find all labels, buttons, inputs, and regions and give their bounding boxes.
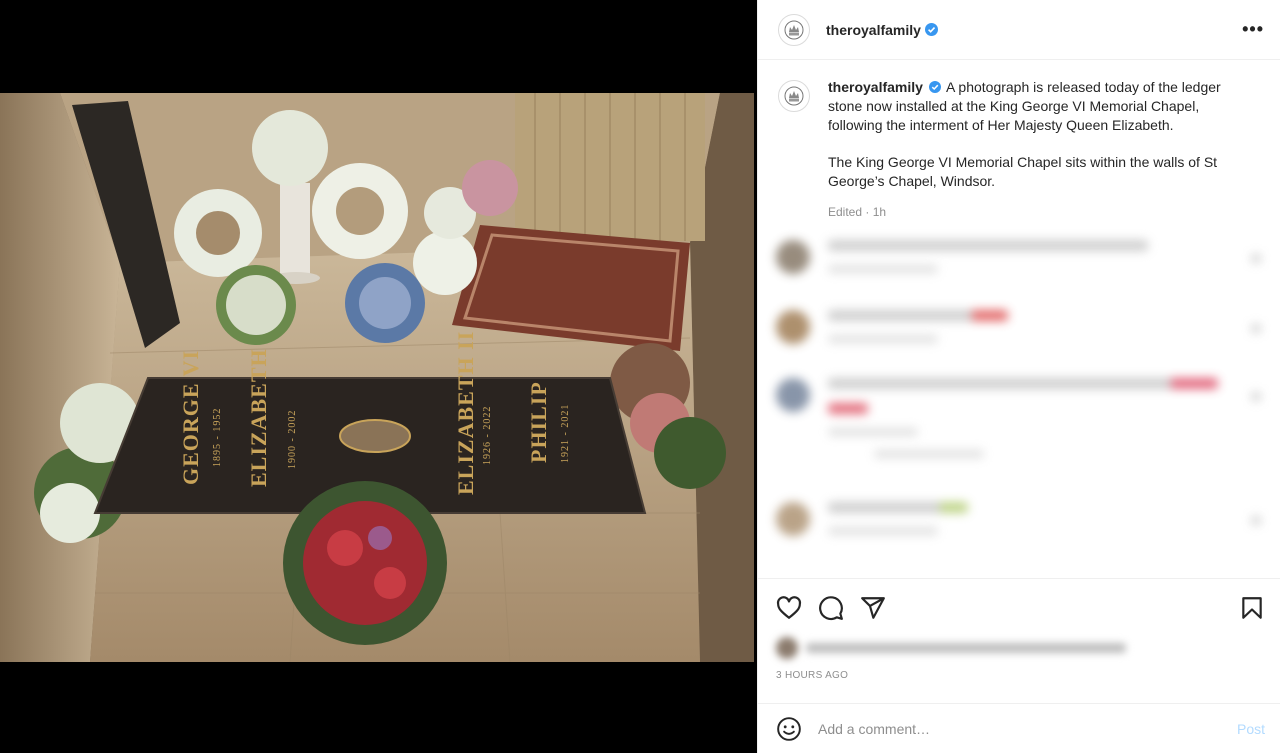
caption-avatar[interactable] xyxy=(778,80,810,112)
chapel-photo-illustration xyxy=(0,93,754,662)
emoji-button[interactable] xyxy=(776,716,802,742)
post-actions-bar xyxy=(758,578,1280,621)
post-timestamp[interactable]: 3 HOURS AGO xyxy=(776,670,848,681)
post-caption: theroyalfamily A photograph is released … xyxy=(758,60,1280,222)
caption-paragraph-2: The King George VI Memorial Chapel sits … xyxy=(828,154,1218,189)
post-header: theroyalfamily ••• xyxy=(758,0,1280,60)
post-media-area: GEORGE VI 1895 - 1952 ELIZABETH 1900 - 2… xyxy=(0,0,757,753)
royal-crest-icon xyxy=(784,86,804,106)
verified-badge-icon xyxy=(924,23,938,36)
header-username[interactable]: theroyalfamily xyxy=(826,22,921,38)
comment-item xyxy=(776,240,1148,287)
post-photo[interactable]: GEORGE VI 1895 - 1952 ELIZABETH 1900 - 2… xyxy=(0,93,754,662)
stone-name-elizabeth-ii: ELIZABETH II xyxy=(453,330,478,495)
stone-name-elizabeth: ELIZABETH xyxy=(246,348,271,487)
profile-avatar[interactable] xyxy=(778,13,810,46)
edited-label: Edited · 1h xyxy=(828,205,887,219)
stone-dates-elizabeth-ii: 1926 - 2022 xyxy=(482,405,493,465)
comments-list[interactable] xyxy=(758,228,1280,578)
stone-name-philip: PHILIP xyxy=(526,381,551,463)
comment-input[interactable] xyxy=(818,720,1237,737)
add-comment-bar: Post xyxy=(758,703,1280,753)
stone-dates-george: 1895 - 1952 xyxy=(212,407,223,467)
comment-item xyxy=(776,502,968,549)
likes-summary-blurred xyxy=(770,637,1130,659)
stone-name-george: GEORGE VI xyxy=(178,349,203,485)
comment-item xyxy=(776,310,1008,357)
comment-button[interactable] xyxy=(818,595,844,621)
caption-text: theroyalfamily A photograph is released … xyxy=(828,78,1248,222)
bookmark-icon xyxy=(1242,597,1262,619)
save-button[interactable] xyxy=(1239,595,1265,621)
stone-dates-elizabeth: 1900 - 2002 xyxy=(287,409,298,469)
share-button[interactable] xyxy=(860,595,886,621)
comment-item xyxy=(776,378,1218,472)
verified-badge-icon xyxy=(928,81,941,93)
stone-dates-philip: 1921 - 2021 xyxy=(560,403,571,463)
post-comment-button[interactable]: Post xyxy=(1237,721,1265,737)
paper-plane-icon xyxy=(861,597,885,619)
like-button[interactable] xyxy=(776,595,802,621)
heart-icon xyxy=(776,596,802,619)
royal-crest-icon xyxy=(784,20,804,39)
comment-bubble-icon xyxy=(819,596,843,621)
more-options-icon[interactable]: ••• xyxy=(1242,19,1264,40)
caption-username[interactable]: theroyalfamily xyxy=(828,79,923,95)
post-side-panel: theroyalfamily ••• theroyalfamily A phot… xyxy=(757,0,1280,753)
emoji-smiley-icon xyxy=(777,716,801,741)
